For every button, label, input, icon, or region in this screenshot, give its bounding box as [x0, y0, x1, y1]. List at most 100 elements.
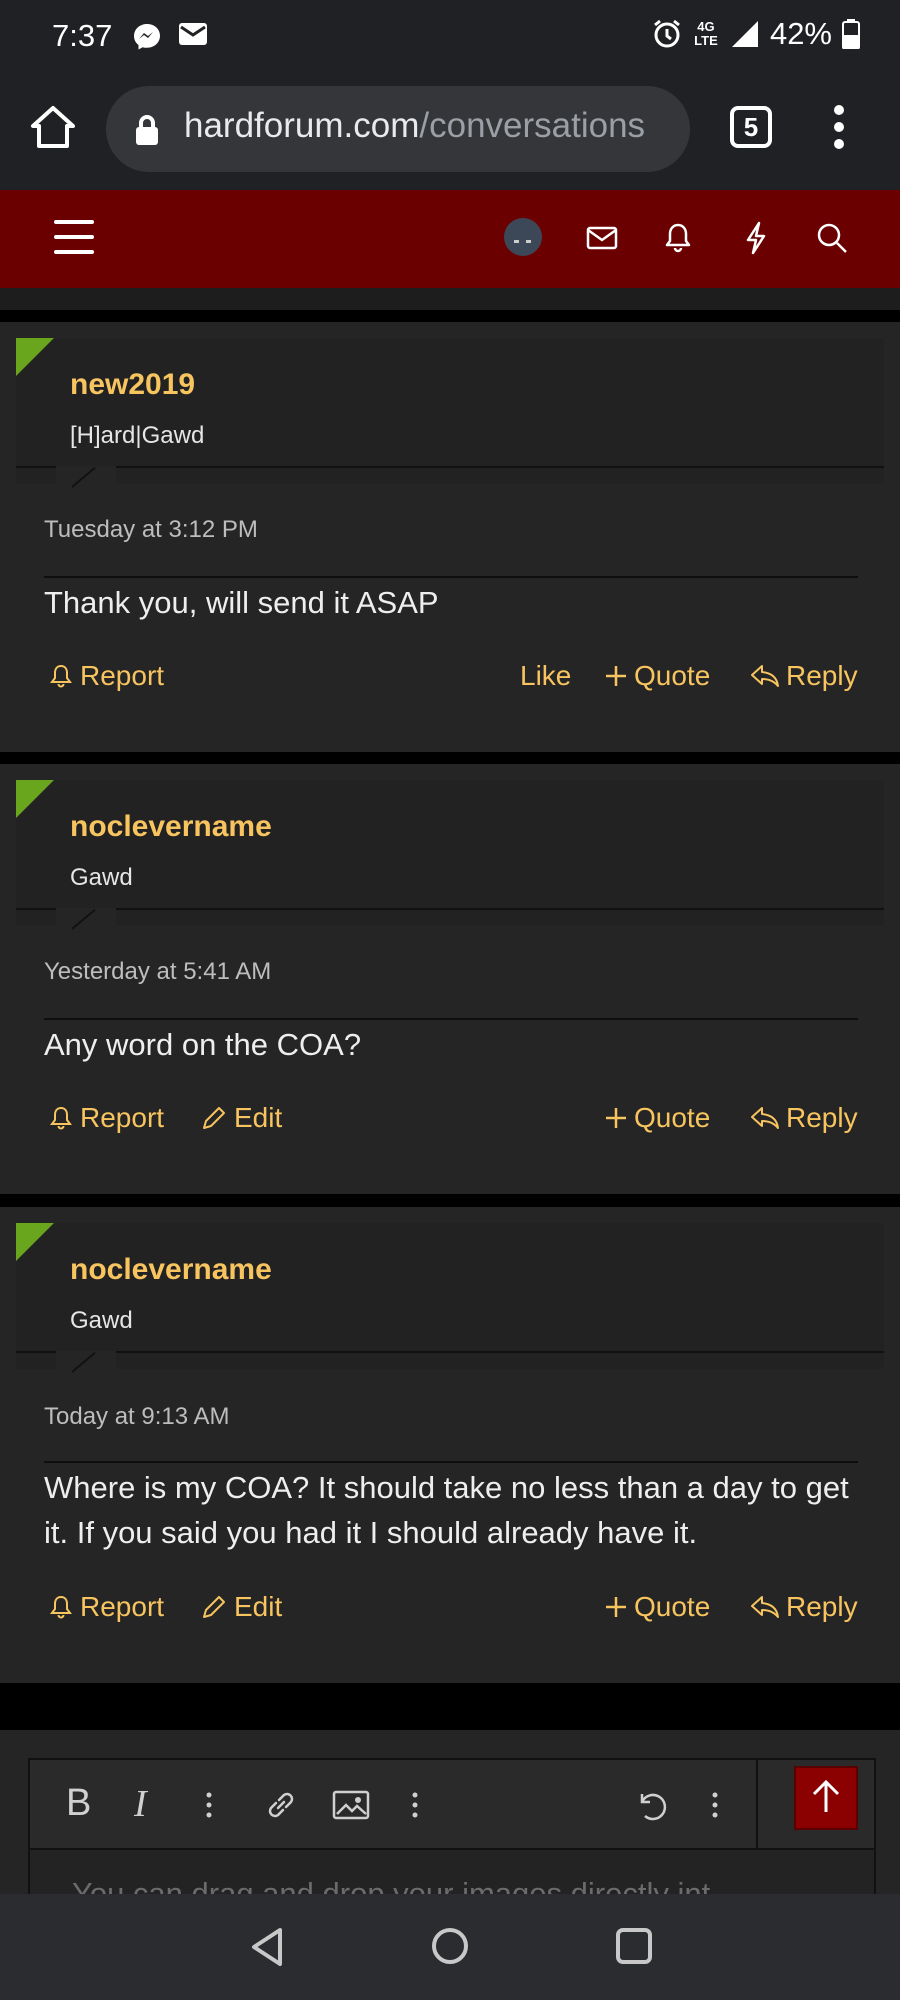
url-domain: hardforum.com	[184, 106, 420, 145]
status-bar: 7:37 4G LTE 42%	[0, 0, 900, 76]
back-icon[interactable]	[248, 1926, 286, 1968]
menu-icon[interactable]	[54, 220, 94, 256]
tab-switcher-button[interactable]: 5	[730, 106, 772, 148]
reply-button[interactable]: Reply	[750, 660, 858, 692]
home-icon[interactable]	[30, 104, 76, 150]
more-options-icon[interactable]	[826, 102, 852, 152]
editor-toolbar: B I	[30, 1760, 874, 1850]
report-button[interactable]: Report	[48, 1102, 164, 1134]
site-header	[0, 190, 900, 288]
post-date[interactable]: Yesterday at 5:41 AM	[44, 958, 271, 986]
user-title: Gawd	[70, 1307, 133, 1334]
system-nav-bar	[0, 1894, 900, 2000]
battery-percent: 42%	[769, 16, 832, 51]
url-text: hardforum.com/conversations	[184, 106, 645, 146]
post: noclevername Gawd Yesterday at 5:41 AM A…	[0, 764, 900, 1194]
bell-icon	[50, 1106, 72, 1130]
reply-button[interactable]: Reply	[750, 1591, 858, 1623]
quote-label: Quote	[634, 1591, 711, 1622]
edit-button[interactable]: Edit	[200, 1102, 282, 1134]
toolbar-divider	[756, 1760, 758, 1850]
plus-icon	[606, 666, 626, 686]
date-divider	[44, 576, 858, 578]
date-divider	[44, 1018, 858, 1020]
status-time: 7:37	[52, 18, 113, 53]
arrow-up-icon	[812, 1779, 840, 1812]
bell-icon	[50, 664, 72, 688]
quote-label: Quote	[634, 660, 711, 691]
more-insert-options-icon[interactable]	[410, 1790, 420, 1820]
screen: 7:37 4G LTE 42% hardforum.com/conversati…	[0, 0, 900, 2000]
reply-button[interactable]: Reply	[750, 1102, 858, 1134]
signal-icon	[731, 21, 758, 47]
user-block: noclevername Gawd	[16, 1223, 884, 1369]
bolt-icon[interactable]	[738, 220, 774, 256]
link-icon[interactable]	[262, 1786, 300, 1824]
user-title: [H]ard|Gawd	[70, 422, 205, 449]
post-body: Any word on the COA?	[44, 1027, 362, 1062]
new-post-marker	[16, 1223, 54, 1261]
mail-icon	[179, 23, 207, 45]
italic-button[interactable]: I	[134, 1782, 147, 1826]
more-editor-options-icon[interactable]	[710, 1790, 720, 1820]
edit-button[interactable]: Edit	[200, 1591, 282, 1623]
network-label: 4G LTE	[694, 19, 718, 48]
post-date[interactable]: Tuesday at 3:12 PM	[44, 516, 258, 544]
username[interactable]: new2019	[70, 368, 195, 402]
lock-icon	[136, 115, 158, 145]
reply-label: Reply	[786, 1591, 858, 1622]
alarm-icon	[654, 19, 680, 48]
username[interactable]: noclevername	[70, 810, 272, 844]
report-button[interactable]: Report	[48, 1591, 164, 1623]
post-body: Thank you, will send it ASAP	[44, 585, 439, 620]
quote-button[interactable]: Quote	[604, 660, 710, 692]
reply-icon	[751, 1107, 779, 1129]
report-label: Report	[80, 1591, 165, 1622]
like-button[interactable]: Like	[520, 660, 571, 692]
pencil-icon	[203, 1107, 225, 1129]
image-icon[interactable]	[332, 1788, 370, 1822]
reply-icon	[751, 1596, 779, 1618]
edit-label: Edit	[234, 1591, 283, 1622]
address-bar[interactable]: hardforum.com/conversations	[106, 86, 690, 172]
new-post-marker	[16, 338, 54, 376]
plus-icon	[606, 1597, 626, 1617]
post-body: Where is my COA? It should take no less …	[44, 1470, 849, 1550]
post: new2019 [H]ard|Gawd Tuesday at 3:12 PM T…	[0, 322, 900, 752]
plus-icon	[606, 1108, 626, 1128]
avatar[interactable]	[504, 218, 542, 256]
edit-label: Edit	[234, 1102, 283, 1133]
undo-icon[interactable]	[632, 1786, 670, 1824]
quote-button[interactable]: Quote	[604, 1591, 710, 1623]
more-text-options-icon[interactable]	[204, 1790, 214, 1820]
report-label: Report	[80, 660, 165, 691]
messenger-icon	[134, 24, 160, 50]
bell-icon	[50, 1595, 72, 1619]
recents-icon[interactable]	[614, 1926, 654, 1966]
user-divider	[16, 908, 884, 910]
user-block: noclevername Gawd	[16, 780, 884, 926]
avatar-face-icon	[514, 240, 531, 243]
status-right: 4G LTE 42%	[652, 16, 860, 52]
user-notch	[56, 466, 116, 490]
quote-button[interactable]: Quote	[604, 1102, 710, 1134]
report-label: Report	[80, 1102, 165, 1133]
scroll-to-top-button[interactable]	[794, 1766, 858, 1830]
user-title: Gawd	[70, 864, 133, 891]
home-circle-icon[interactable]	[430, 1926, 470, 1966]
like-label: Like	[520, 660, 572, 691]
username[interactable]: noclevername	[70, 1253, 272, 1287]
new-post-marker	[16, 780, 54, 818]
report-button[interactable]: Report	[48, 660, 164, 692]
bold-button[interactable]: B	[66, 1782, 91, 1825]
post-date[interactable]: Today at 9:13 AM	[44, 1403, 229, 1431]
quote-label: Quote	[634, 1102, 711, 1133]
header-shadow	[0, 288, 900, 310]
inbox-icon[interactable]	[584, 220, 620, 256]
bell-icon[interactable]	[660, 220, 696, 256]
reply-label: Reply	[786, 1102, 858, 1133]
url-path: /conversations	[419, 106, 646, 145]
user-notch	[56, 908, 116, 932]
search-icon[interactable]	[814, 220, 850, 256]
battery-icon	[842, 19, 860, 49]
